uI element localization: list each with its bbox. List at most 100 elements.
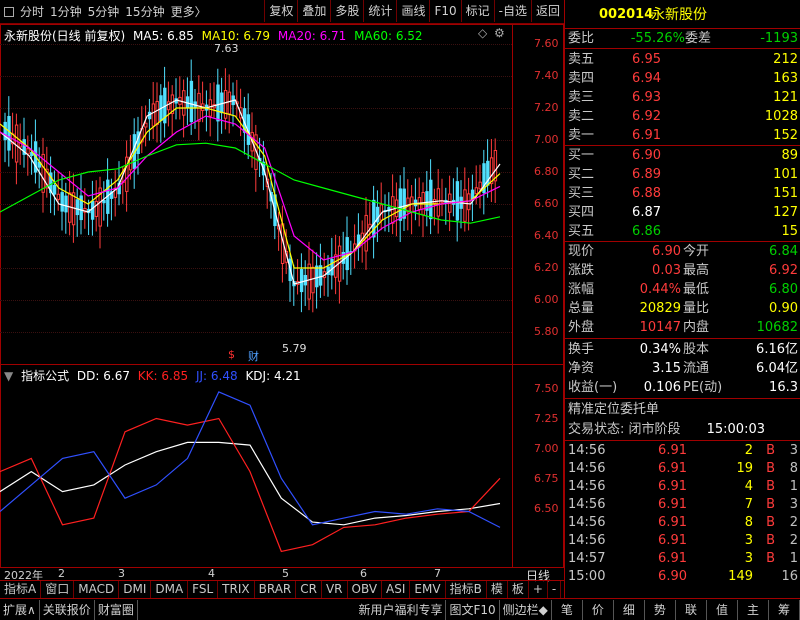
panel-switch-tab[interactable]: 筹 <box>769 599 800 620</box>
quote-row: 涨跌 0.03 最高 6.92 <box>565 261 800 280</box>
back-button[interactable]: 返回 <box>530 0 564 22</box>
candle-body <box>75 199 80 216</box>
fund-label: 收益(一) <box>568 380 618 395</box>
expand-button[interactable]: 扩展∧ <box>0 599 40 620</box>
mark-button[interactable]: 标记 <box>460 0 494 22</box>
indicator-tab[interactable]: + <box>529 581 548 598</box>
order-book-row[interactable]: 卖五 6.95 212 <box>565 50 800 69</box>
order-book-row[interactable]: 卖四 6.94 163 <box>565 69 800 88</box>
chart-area[interactable]: 永新股份(日线 前复权) MA5: 6.85 MA10: 6.79 MA20: … <box>0 24 564 568</box>
candle-body <box>208 99 213 117</box>
panel-switch-tab[interactable]: 联 <box>676 599 707 620</box>
order-book-row[interactable]: 卖三 6.93 121 <box>565 88 800 107</box>
indicator-tab[interactable]: 模 <box>487 581 508 598</box>
panel-switch-tab[interactable]: 值 <box>707 599 738 620</box>
candle-body <box>56 193 61 200</box>
multi-stock-button[interactable]: 多股 <box>330 0 363 22</box>
sidebar-toggle-button[interactable]: 侧边栏◆ <box>500 599 552 620</box>
tick-count: 1 <box>789 551 798 566</box>
candle-body <box>467 193 471 211</box>
candle-body <box>372 199 376 238</box>
adjust-button[interactable]: 复权 <box>264 0 297 22</box>
fund-value: 6.04亿 <box>756 361 798 376</box>
order-book-row[interactable]: 买三 6.88 151 <box>565 184 800 203</box>
tick-time: 14:56 <box>568 479 606 494</box>
level-label: 卖五 <box>568 52 595 67</box>
indicator-tab[interactable]: MACD <box>74 581 120 598</box>
level-volume: 127 <box>773 205 798 220</box>
indicator-tab[interactable]: DMA <box>151 581 189 598</box>
level-price: 6.91 <box>632 128 661 143</box>
draw-line-button[interactable]: 画线 <box>396 0 429 22</box>
stats-button[interactable]: 统计 <box>363 0 396 22</box>
indicator-tick-label: 7.25 <box>534 412 559 425</box>
tick-volume: 19 <box>736 461 753 476</box>
dividend-mark[interactable]: $ <box>228 348 235 361</box>
tick-row[interactable]: 14:56 6.91 2 B 3 <box>565 442 800 460</box>
f10-button[interactable]: F10 <box>429 0 460 22</box>
panel-switch-tab[interactable]: 势 <box>645 599 676 620</box>
order-book-row[interactable]: 卖二 6.92 1028 <box>565 107 800 126</box>
period-more-dropdown[interactable]: 更多〉 <box>168 1 210 23</box>
price-tick-label: 7.40 <box>534 69 559 82</box>
tick-row[interactable]: 15:00 6.90 149 16 <box>565 568 800 586</box>
remove-watchlist-button[interactable]: -自选 <box>493 0 531 22</box>
candle-body <box>189 80 194 123</box>
quote-panel: 002014 永新股份 委比 -55.26% 委差 -1193 卖五 6.95 21… <box>564 0 800 598</box>
indicator-tab[interactable]: 指标B <box>446 581 487 598</box>
tick-row[interactable]: 14:57 6.91 3 B 1 <box>565 550 800 568</box>
panel-switch-tab[interactable]: 价 <box>583 599 614 620</box>
candle-body <box>307 263 311 300</box>
period-toolbar: 分时 1分钟 5分钟 15分钟 更多〉 复权 叠加 多股 统计 画线 F10 标… <box>0 0 564 24</box>
precise-order-row[interactable]: 精准定位委托单 <box>565 400 800 419</box>
panel-switch-tab[interactable]: 细 <box>614 599 645 620</box>
overlay-button[interactable]: 叠加 <box>297 0 330 22</box>
tick-row[interactable]: 14:56 6.91 4 B 1 <box>565 478 800 496</box>
precise-order-link[interactable]: 精准定位委托单 <box>568 400 659 419</box>
quote-value: 6.84 <box>769 244 798 259</box>
indicator-tab[interactable]: FSL <box>188 581 219 598</box>
indicator-tab[interactable]: CR <box>296 581 322 598</box>
level-price: 6.88 <box>632 186 661 201</box>
level-volume: 212 <box>773 52 798 67</box>
indicator-tab[interactable]: VR <box>322 581 348 598</box>
tick-row[interactable]: 14:56 6.91 7 B 3 <box>565 496 800 514</box>
tick-row[interactable]: 14:56 6.91 8 B 2 <box>565 514 800 532</box>
indicator-tab[interactable]: 板 <box>508 581 529 598</box>
related-quote-button[interactable]: 关联报价 <box>40 599 95 620</box>
period-tab-intraday[interactable]: 分时 <box>17 1 47 23</box>
indicator-tab[interactable]: EMV <box>410 581 446 598</box>
period-tab-5min[interactable]: 5分钟 <box>85 1 123 23</box>
tick-price: 6.91 <box>658 461 687 476</box>
new-user-benefit-link[interactable]: 新用户福利专享 <box>355 599 447 620</box>
order-book-row[interactable]: 买四 6.87 127 <box>565 203 800 222</box>
panel-switch-tab[interactable]: 笔 <box>552 599 583 620</box>
finance-mark[interactable]: 财 <box>248 348 259 364</box>
indicator-tick-label: 7.00 <box>534 442 559 455</box>
indicator-tab[interactable]: ASI <box>382 581 411 598</box>
tick-time: 14:56 <box>568 443 606 458</box>
period-tab-1min[interactable]: 1分钟 <box>47 1 85 23</box>
indicator-tab[interactable]: OBV <box>348 581 383 598</box>
indicator-tab[interactable]: 指标A <box>0 581 42 598</box>
indicator-tab[interactable]: TRIX <box>218 581 255 598</box>
price-tick-label: 7.00 <box>534 133 559 146</box>
order-book-row[interactable]: 卖一 6.91 152 <box>565 126 800 145</box>
candle-body <box>144 122 148 128</box>
indicator-tab[interactable]: BRAR <box>255 581 297 598</box>
graphic-f10-button[interactable]: 图文F10 <box>446 599 500 620</box>
order-book-row[interactable]: 买一 6.90 89 <box>565 146 800 165</box>
period-tab-15min[interactable]: 15分钟 <box>122 1 167 23</box>
order-book-row[interactable]: 买五 6.86 15 <box>565 222 800 241</box>
price-chart-svg <box>0 59 501 313</box>
tick-side: B <box>766 551 775 566</box>
order-book-row[interactable]: 买二 6.89 101 <box>565 165 800 184</box>
checkbox-icon[interactable] <box>4 6 14 17</box>
indicator-tab[interactable]: DMI <box>119 581 152 598</box>
indicator-tab[interactable]: 窗口 <box>41 581 75 598</box>
tick-row[interactable]: 14:56 6.91 3 B 2 <box>565 532 800 550</box>
wealth-circle-button[interactable]: 财富圈 <box>95 599 138 620</box>
tick-row[interactable]: 14:56 6.91 19 B 8 <box>565 460 800 478</box>
indicator-tab[interactable]: - <box>548 581 562 598</box>
panel-switch-tab[interactable]: 主 <box>738 599 769 620</box>
